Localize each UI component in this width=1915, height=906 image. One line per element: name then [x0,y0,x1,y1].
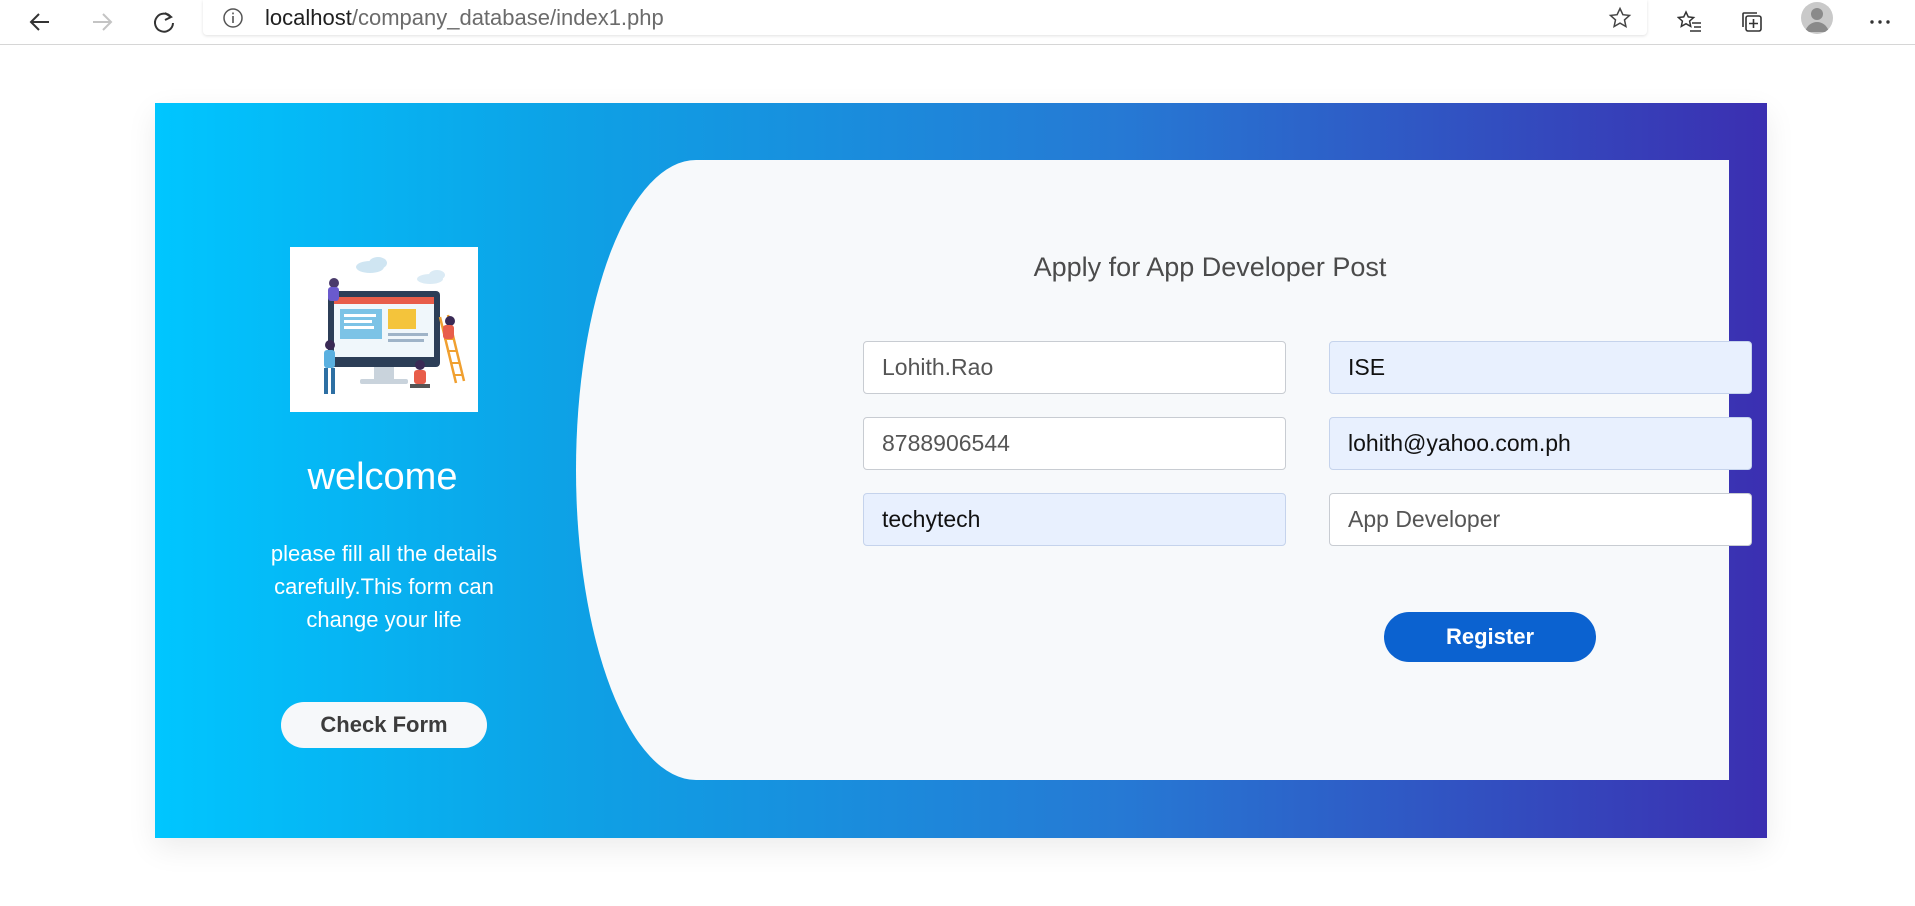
post-field[interactable] [1329,493,1752,546]
company-field[interactable] [863,493,1286,546]
info-icon[interactable] [215,0,251,36]
forward-arrow-icon[interactable] [84,4,120,40]
browser-toolbar: localhost/company_database/index1.php [0,0,1915,45]
developer-illustration [290,247,478,412]
star-icon[interactable] [1602,0,1638,36]
register-button[interactable]: Register [1384,612,1596,662]
refresh-icon[interactable] [146,4,182,40]
form-title: Apply for App Developer Post [1033,252,1387,282]
profile-icon[interactable] [1801,2,1833,34]
email-field[interactable] [1329,417,1752,470]
illustration-svg [324,257,466,394]
url-host: localhost [265,5,352,30]
url-path: /company_database/index1.php [351,5,664,30]
phone-field[interactable] [863,417,1286,470]
welcome-message: please fill all the details carefully.Th… [270,541,498,632]
check-form-button[interactable]: Check Form [281,702,487,748]
more-icon[interactable] [1862,4,1898,40]
name-field[interactable] [863,341,1286,394]
branch-field[interactable] [1329,341,1752,394]
url-text: localhost/company_database/index1.php [265,5,664,31]
application-form: Apply for App Developer Post Register [576,160,1752,780]
welcome-heading: welcome [307,456,458,498]
back-arrow-icon[interactable] [22,4,58,40]
favorites-icon[interactable] [1672,4,1708,40]
address-bar[interactable]: localhost/company_database/index1.php [203,0,1647,35]
welcome-panel: welcome please fill all the details care… [155,103,610,838]
collections-icon[interactable] [1734,4,1770,40]
application-card: welcome please fill all the details care… [155,103,1767,838]
